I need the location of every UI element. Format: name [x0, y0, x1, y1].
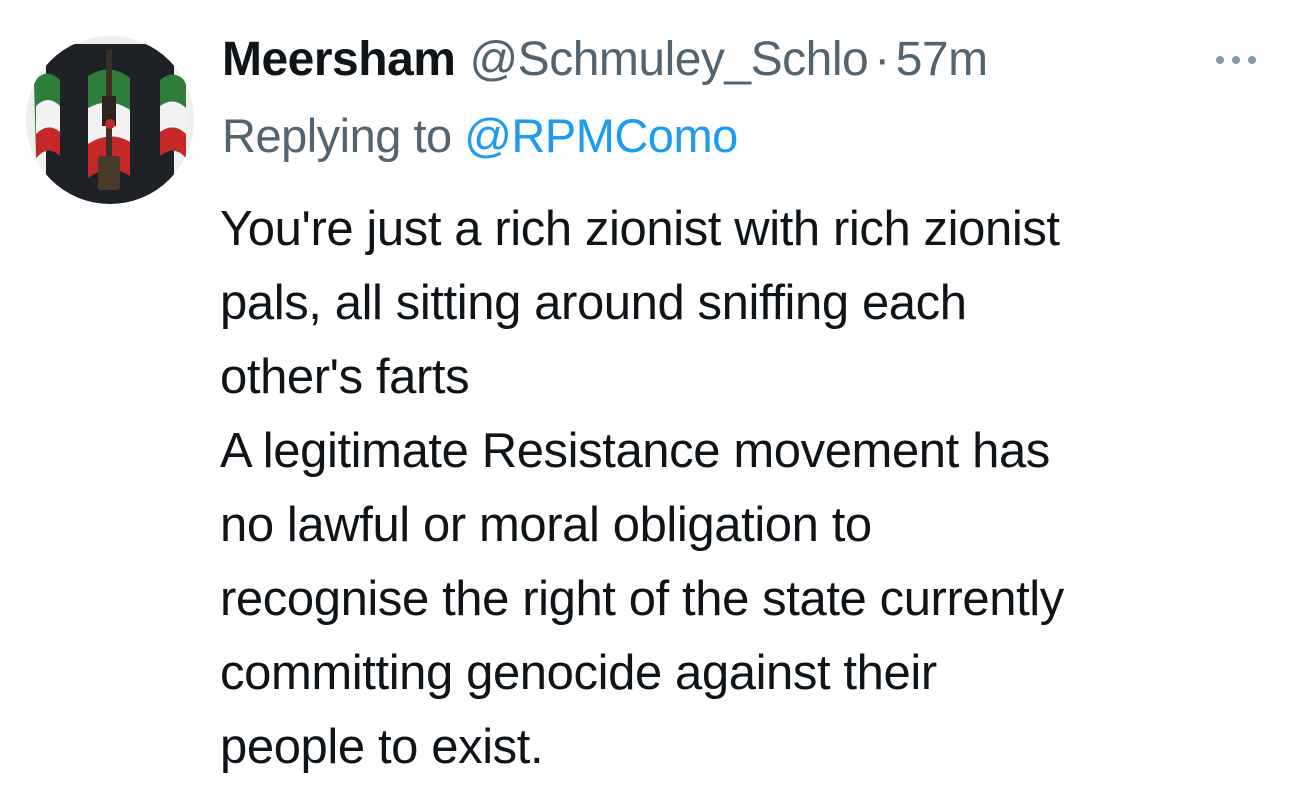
- avatar-image: [26, 36, 194, 204]
- tweet-text-line: committing genocide against their: [220, 646, 937, 700]
- display-name[interactable]: Meersham: [222, 28, 456, 92]
- tweet-text-line: recognise the right of the state current…: [220, 572, 1064, 626]
- tweet-text-line: people to exist.: [220, 720, 544, 774]
- avatar[interactable]: [26, 36, 194, 204]
- tweet-text-line: no lawful or moral obligation to: [220, 498, 872, 552]
- more-horizontal-icon: [1216, 56, 1256, 64]
- separator-dot: ·: [874, 33, 890, 86]
- tweet-text-line: pals, all sitting around sniffing each: [220, 276, 967, 330]
- tweet[interactable]: Meersham @Schmuley_Schlo · 57m Replying …: [0, 0, 1290, 794]
- tweet-header: Meersham @Schmuley_Schlo · 57m: [222, 28, 988, 92]
- reply-to-handle-link[interactable]: @RPMComo: [464, 109, 738, 162]
- more-options-button[interactable]: [1208, 40, 1264, 80]
- reply-prefix: Replying to: [222, 109, 452, 162]
- tweet-text-line: other's farts: [220, 350, 470, 404]
- user-handle[interactable]: @Schmuley_Schlo: [469, 28, 868, 92]
- tweet-text-line: You're just a rich zionist with rich zio…: [220, 202, 1060, 256]
- tweet-text: You're just a rich zionist with rich zio…: [220, 192, 1270, 784]
- timestamp[interactable]: 57m: [896, 28, 988, 92]
- replying-to: Replying to @RPMComo: [222, 104, 738, 168]
- tweet-text-line: A legitimate Resistance movement has: [220, 424, 1050, 478]
